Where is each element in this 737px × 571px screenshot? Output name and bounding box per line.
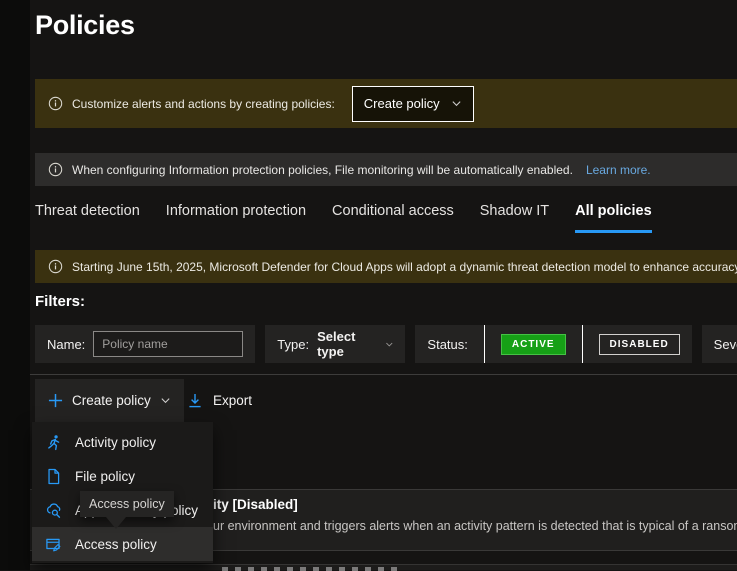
tab-threat-detection[interactable]: Threat detection	[35, 203, 140, 233]
name-filter-segment: Name:	[35, 325, 256, 363]
type-filter-value: Select type	[317, 329, 356, 359]
status-active-toggle[interactable]: ACTIVE	[500, 333, 566, 355]
menu-item-access-policy[interactable]: Access policy	[32, 527, 213, 561]
access-policy-icon	[46, 538, 61, 551]
policy-row-title-fragment: ity [Disabled]	[213, 497, 298, 512]
learn-more-link[interactable]: Learn more.	[586, 163, 651, 177]
filters-heading: Filters:	[35, 293, 86, 310]
tab-all-policies[interactable]: All policies	[575, 203, 652, 233]
plus-icon	[48, 393, 63, 408]
page-title: Policies	[35, 10, 135, 40]
tab-shadow-it[interactable]: Shadow IT	[480, 203, 549, 233]
type-filter-segment[interactable]: Type: Select type	[265, 325, 406, 363]
menu-item-file-policy[interactable]: File policy	[32, 459, 213, 493]
type-filter-label: Type:	[277, 336, 310, 352]
create-policy-dropdown-label: Create policy	[72, 393, 151, 408]
severity-filter-segment: Severity:	[701, 325, 737, 363]
menu-item-activity-policy[interactable]: Activity policy	[32, 425, 213, 459]
policy-row-description-fragment: ur environment and triggers alerts when …	[213, 519, 737, 533]
separator	[581, 325, 583, 363]
policy-tabs: Threat detection Information protection …	[35, 203, 652, 233]
create-policy-banner-text: Customize alerts and actions by creating…	[72, 96, 335, 111]
clipped-text-top	[222, 567, 397, 571]
app-discovery-policy-icon	[46, 502, 61, 518]
name-filter-label: Name:	[47, 336, 86, 352]
policy-list-row-clipped[interactable]	[30, 564, 737, 571]
dynamic-threat-notice-text: Starting June 15th, 2025, Microsoft Defe…	[72, 259, 737, 274]
banner-create-policy-button[interactable]: Create policy	[351, 85, 474, 122]
status-disabled-toggle[interactable]: DISABLED	[598, 333, 680, 355]
activity-policy-icon	[48, 434, 60, 450]
file-monitoring-banner: When configuring Information protection …	[35, 153, 737, 186]
dynamic-threat-notice-banner: Starting June 15th, 2025, Microsoft Defe…	[35, 250, 737, 283]
info-icon	[48, 96, 63, 111]
toolbar-divider	[30, 374, 737, 375]
status-filter-label: Status:	[427, 336, 468, 352]
tab-information-protection[interactable]: Information protection	[166, 203, 306, 233]
menu-item-label: Activity policy	[75, 434, 157, 450]
chevron-down-icon	[385, 342, 393, 347]
create-policy-dropdown-button[interactable]: Create policy	[35, 379, 184, 422]
chevron-down-icon	[161, 398, 170, 404]
file-monitoring-banner-text: When configuring Information protection …	[72, 162, 573, 177]
tab-conditional-access[interactable]: Conditional access	[332, 203, 454, 233]
banner-create-policy-button-label: Create policy	[363, 96, 440, 111]
chevron-down-icon	[452, 101, 461, 107]
left-margin-strip	[0, 0, 30, 570]
menu-item-label: Access policy	[75, 536, 157, 552]
policy-name-input[interactable]	[93, 331, 244, 357]
export-button[interactable]: Export	[187, 379, 252, 422]
access-policy-tooltip: Access policy	[80, 491, 174, 529]
severity-filter-label: Severity:	[713, 336, 737, 352]
separator	[483, 325, 485, 363]
download-icon	[189, 393, 201, 407]
info-icon	[48, 162, 63, 177]
create-policy-banner: Customize alerts and actions by creating…	[35, 79, 737, 128]
menu-item-label: File policy	[75, 468, 136, 484]
file-policy-icon	[48, 468, 60, 484]
filter-bar: Name: Type: Select type Status: ACTIVE D…	[35, 325, 737, 363]
info-icon	[48, 259, 63, 274]
status-filter-segment: Status: ACTIVE DISABLED	[415, 325, 692, 363]
export-button-label: Export	[213, 393, 253, 408]
